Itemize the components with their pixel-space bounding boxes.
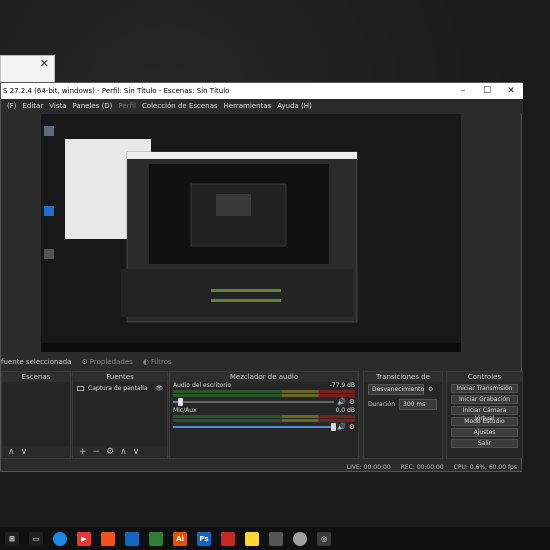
volume-slider[interactable]: 🔊 ⚙ [173,422,355,431]
slider-knob[interactable] [178,397,184,406]
volume-meter [173,415,355,418]
volume-meter [173,390,355,393]
controls-dock: Controles Iniciar Transmisión Iniciar Gr… [446,371,523,459]
menu-edit[interactable]: Editar [23,102,44,110]
gear-icon[interactable]: ⚙ [349,398,355,406]
studio-mode-button[interactable]: Modo Estudio [451,417,518,426]
selected-source-status: fuente seleccionada [1,358,72,366]
rec-status: REC: 00:00:00 [400,463,444,471]
scenes-dock: Escenas ∧∨ [1,371,71,459]
scenes-toolbar[interactable]: ∧∨ [2,446,70,458]
live-status: LIVE: 00:00:00 [346,463,391,471]
filters-button[interactable]: ◐ Filtros [143,358,172,366]
channel-db: 0.0 dB [335,407,355,414]
maximize-icon[interactable]: ☐ [475,83,499,99]
start-streaming-button[interactable]: Iniciar Transmisión [451,384,518,393]
mixer-channel-mic: Mic/Aux 0.0 dB 🔊 ⚙ [170,407,358,431]
mixer-title: Mezclador de audio [170,372,358,382]
duration-label: Duración [368,401,396,408]
source-item[interactable]: Captura de pantalla 👁 [73,382,167,395]
status-bar: LIVE: 00:00:00 REC: 00:00:00 CPU: 0.6%, … [1,461,523,473]
menu-bar: (F) Editar Vista Paneles (D) Perfil Cole… [1,99,523,113]
desktop-app-icon [44,249,54,259]
photoshop-icon[interactable]: Ps [197,531,211,546]
properties-button[interactable]: ⚙ Propiedades [82,358,133,366]
cpu-status: CPU: 0.6%, 60.00 fps [453,463,517,471]
source-toolbar: fuente seleccionada ⚙ Propiedades ◐ Filtro… [1,355,523,369]
task-view-icon[interactable]: ▭ [29,531,43,546]
start-recording-button[interactable]: Iniciar Grabación [451,395,518,404]
close-icon[interactable]: ✕ [40,57,49,70]
gear-icon[interactable]: ⚙ [349,423,355,431]
scenes-title: Escenas [2,372,70,382]
source-item-label: Captura de pantalla [88,385,148,392]
duration-input[interactable]: 300 ms [399,399,438,410]
desktop: ✕ S 27.2.4 (64-bit, windows) - Perfil: S… [0,0,550,550]
edge-icon [44,206,54,216]
xbox-icon[interactable] [149,531,163,546]
close-icon[interactable]: ✕ [499,83,523,99]
photos-icon[interactable] [269,531,283,546]
menu-view[interactable]: Vista [49,102,66,110]
volume-meter [173,394,355,397]
recycle-bin-icon [44,126,54,136]
channel-db: -77.9 dB [329,382,355,389]
volume-meter [173,419,355,422]
firefox-icon[interactable] [101,531,115,546]
menu-docks[interactable]: Paneles (D) [73,102,113,110]
channel-name: Mic/Aux [173,407,197,414]
sources-title: Fuentes [73,372,167,382]
menu-tools[interactable]: Herramientas [224,102,272,110]
exit-button[interactable]: Salir [451,439,518,448]
eye-icon[interactable]: 👁 [155,385,163,392]
recursive-preview [41,114,461,352]
channel-name: Audio del escritorio [173,382,232,389]
settings-button[interactable]: Ajustes [451,428,518,437]
gear-icon[interactable]: ⚙ [428,386,433,393]
obs-taskbar-icon[interactable]: ◎ [317,531,331,546]
file-explorer-icon[interactable] [245,531,259,546]
gear-icon: ⚙ [81,358,88,366]
menu-help[interactable]: Ayuda (H) [277,102,312,110]
transitions-title: Transiciones de escena [364,372,442,391]
mixer-channel-desktop: Audio del escritorio -77.9 dB 🔊 ⚙ [170,382,358,406]
obs-window: S 27.2.4 (64-bit, windows) - Perfil: Sin… [0,82,523,473]
monitor-icon [77,386,84,391]
windows-start-icon[interactable]: ⊞ [5,531,19,546]
transition-select[interactable]: Desvanecimiento [368,384,424,395]
start-virtual-camera-button[interactable]: Iniciar Cámara Virtual [451,406,518,422]
controls-title: Controles [447,372,522,382]
minimize-icon[interactable]: – [451,83,475,99]
background-window[interactable]: ✕ [0,55,55,83]
steam-icon[interactable] [125,531,139,546]
filters-label: Filtros [150,358,172,366]
audio-mixer-dock: Mezclador de audio Audio del escritorio -… [169,371,359,459]
speaker-icon[interactable]: 🔊 [337,398,346,406]
volume-slider[interactable]: 🔊 ⚙ [173,397,355,406]
menu-profile[interactable]: Perfil [118,102,136,110]
speaker-icon[interactable]: 🔊 [337,423,346,431]
sources-toolbar[interactable]: +−⚙∧∨ [73,446,167,458]
sources-dock: Fuentes Captura de pantalla 👁 +−⚙∧∨ [72,371,168,459]
app-icon[interactable] [293,531,307,546]
menu-scene-collection[interactable]: Colección de Escenas [142,102,218,110]
slider-knob[interactable] [331,422,336,431]
transitions-dock: Transiciones de escena Desvanecimiento ⚙… [363,371,443,459]
youtube-icon[interactable]: ▶ [77,531,91,546]
window-title: S 27.2.4 (64-bit, windows) - Perfil: Sin… [3,87,230,95]
title-bar: S 27.2.4 (64-bit, windows) - Perfil: Sin… [1,83,523,99]
slider-fill [173,425,334,428]
filter-icon: ◐ [142,358,149,366]
preview-canvas[interactable] [41,114,461,352]
menu-file[interactable]: (F) [7,102,17,110]
illustrator-icon[interactable]: Ai [173,531,187,546]
taskbar: ⊞ ▭ ▶ Ai Ps ◎ [0,527,550,550]
office-icon[interactable] [221,531,235,546]
edge-icon[interactable] [53,531,67,546]
properties-label: Propiedades [89,358,133,366]
